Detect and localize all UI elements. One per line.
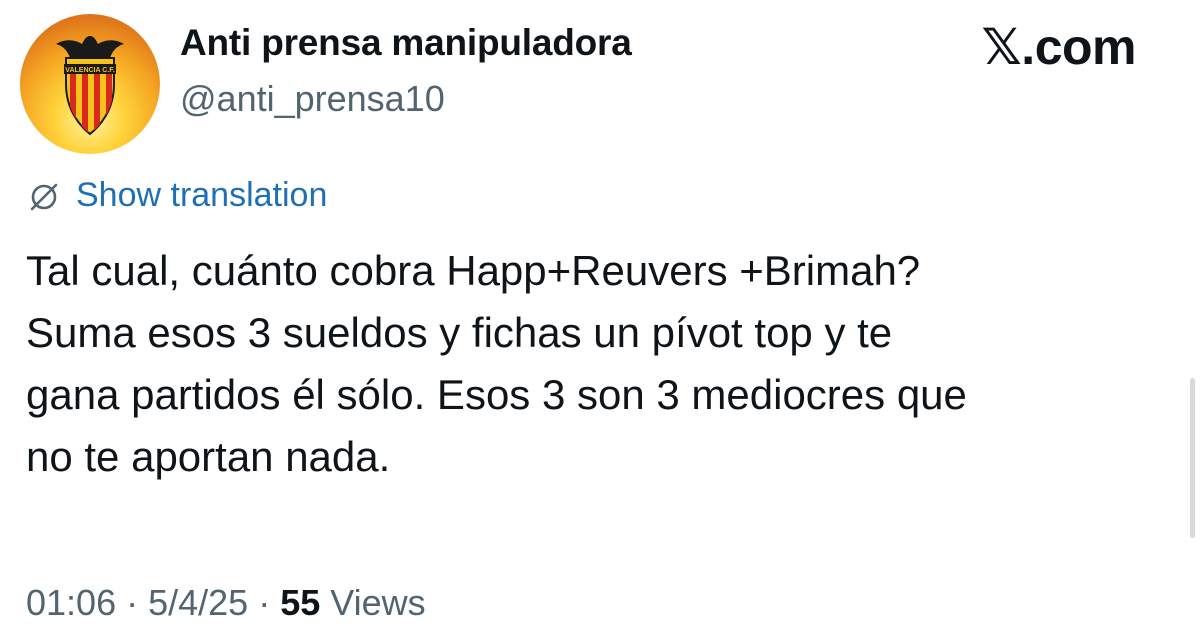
tweet-card: VALENCIA C.F. Anti prensa manipuladora @…: [0, 0, 1200, 643]
x-com-logo: 𝕏.com: [981, 19, 1137, 75]
tweet-time[interactable]: 01:06: [26, 582, 116, 623]
tweet-date[interactable]: 5/4/25: [148, 582, 248, 623]
meta-separator: ·: [248, 582, 281, 623]
views-label: Views: [320, 582, 426, 623]
translate-icon: [30, 183, 58, 210]
meta-separator: ·: [116, 582, 149, 623]
display-name[interactable]: Anti prensa manipuladora: [180, 22, 632, 64]
tweet-text-line: no te aportan nada.: [26, 433, 391, 480]
show-translation-label[interactable]: Show translation: [76, 176, 327, 215]
valencia-cf-crest-icon: VALENCIA C.F.: [56, 36, 124, 136]
views-count: 55: [280, 582, 321, 623]
scrollbar[interactable]: [1190, 378, 1195, 538]
user-handle[interactable]: @anti_prensa10: [180, 78, 445, 120]
tweet-text-line: Suma esos 3 sueldos y fichas un pívot to…: [26, 309, 893, 356]
tweet-meta: 01:06 · 5/4/25 · 55 Views: [26, 582, 426, 624]
show-translation-button[interactable]: Show translation: [26, 176, 327, 215]
avatar[interactable]: VALENCIA C.F.: [20, 14, 160, 154]
svg-text:VALENCIA C.F.: VALENCIA C.F.: [65, 67, 114, 74]
tweet-text-line: gana partidos él sólo. Esos 3 son 3 medi…: [26, 371, 967, 418]
tweet-text: Tal cual, cuánto cobra Happ+Reuvers +Bri…: [26, 240, 1176, 488]
tweet-text-line: Tal cual, cuánto cobra Happ+Reuvers +Bri…: [26, 247, 921, 294]
